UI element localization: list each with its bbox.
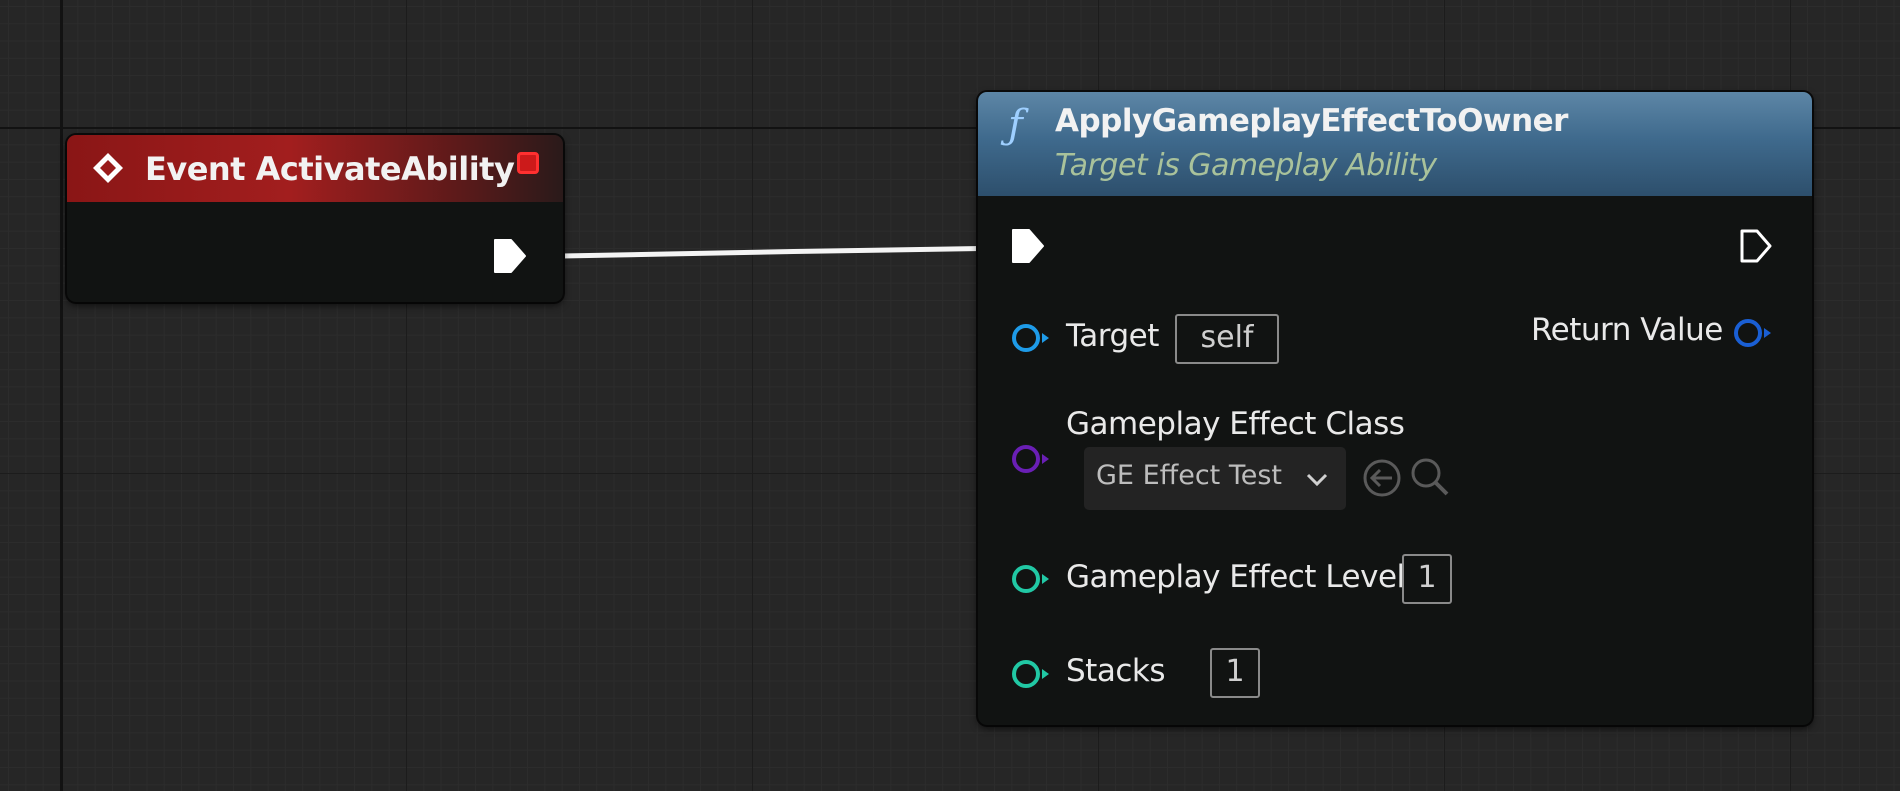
effect-level-value-field[interactable]: 1: [1402, 554, 1452, 604]
event-stop-icon: [517, 152, 539, 174]
exec-wire[interactable]: [561, 245, 1013, 259]
return-value-label: Return Value: [1531, 312, 1723, 348]
exec-output-pin[interactable]: [492, 236, 528, 276]
effect-class-dropdown[interactable]: GE Effect Test: [1084, 447, 1346, 510]
effect-class-pin[interactable]: [1010, 441, 1052, 477]
exec-output-pin[interactable]: [1738, 226, 1774, 266]
function-node-subtitle: Target is Gameplay Ability: [1055, 148, 1437, 183]
effect-level-label: Gameplay Effect Level: [1066, 559, 1405, 595]
function-node-header[interactable]: ƒ ApplyGameplayEffectToOwner Target is G…: [978, 92, 1812, 196]
event-activate-ability-node[interactable]: Event ActivateAbility: [67, 135, 563, 302]
stacks-pin[interactable]: [1010, 656, 1052, 692]
target-label: Target: [1066, 318, 1159, 354]
effect-class-selected: GE Effect Test: [1096, 460, 1283, 491]
use-selected-asset-icon[interactable]: [1361, 457, 1403, 499]
event-diamond-icon: [93, 153, 123, 183]
chevron-down-icon: [1306, 473, 1328, 487]
exec-input-pin[interactable]: [1010, 226, 1046, 266]
browse-search-icon[interactable]: [1408, 455, 1452, 499]
stacks-value-field[interactable]: 1: [1210, 648, 1260, 698]
stacks-label: Stacks: [1066, 653, 1165, 689]
target-value-field[interactable]: self: [1175, 314, 1279, 364]
event-node-title: Event ActivateAbility: [145, 150, 515, 188]
target-pin[interactable]: [1010, 320, 1052, 356]
function-node-title: ApplyGameplayEffectToOwner: [1055, 103, 1568, 139]
effect-class-label: Gameplay Effect Class: [1066, 406, 1405, 442]
event-node-header[interactable]: Event ActivateAbility: [67, 135, 563, 202]
function-f-icon: ƒ: [1008, 102, 1023, 148]
apply-gameplay-effect-node[interactable]: ƒ ApplyGameplayEffectToOwner Target is G…: [978, 92, 1812, 725]
graph-canvas[interactable]: Event ActivateAbility ƒ ApplyGameplayEff…: [0, 0, 1900, 791]
effect-level-pin[interactable]: [1010, 561, 1052, 597]
return-value-pin[interactable]: [1732, 315, 1774, 351]
